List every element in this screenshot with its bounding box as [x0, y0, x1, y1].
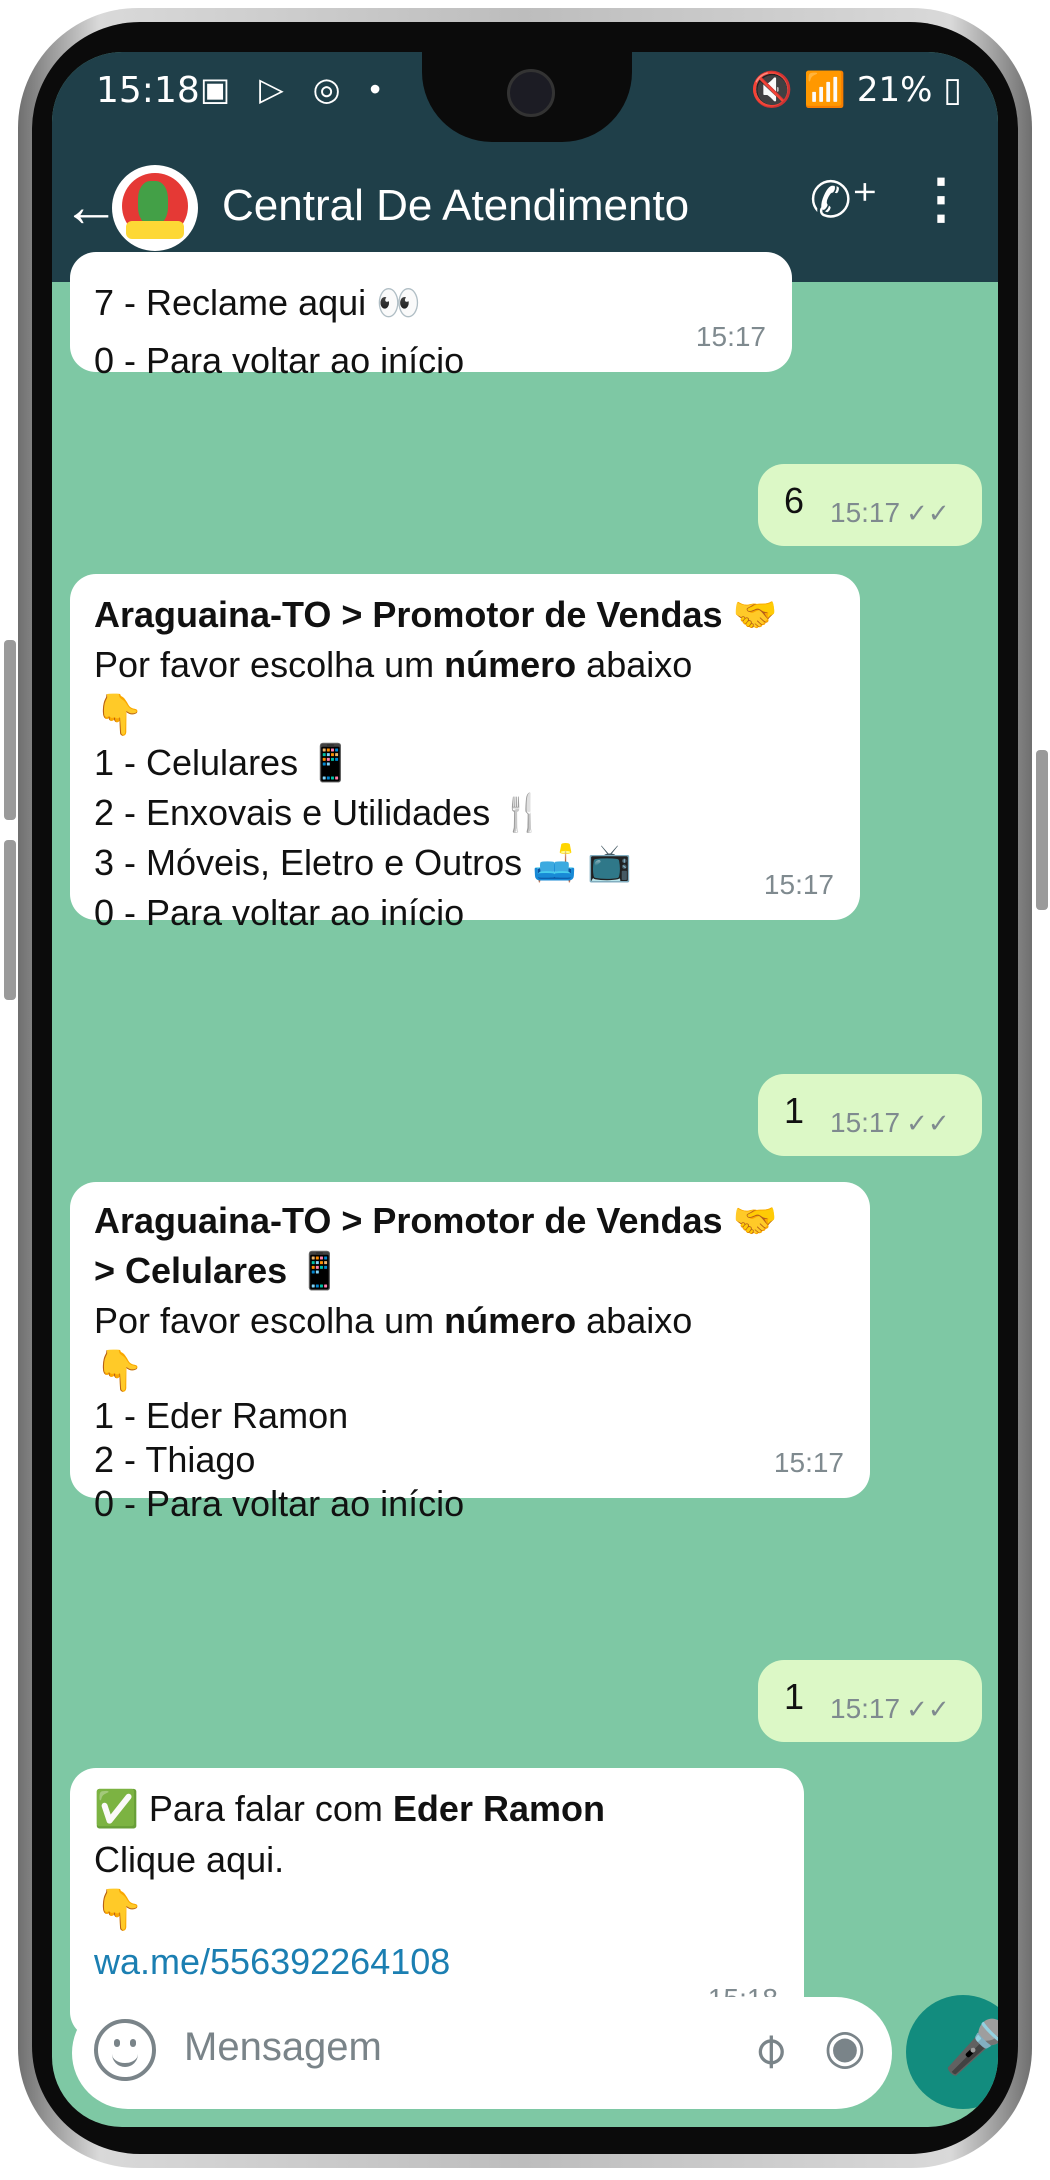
pointer-down-icon: 👇: [94, 1348, 144, 1394]
emoji-icon[interactable]: [94, 2019, 156, 2081]
prompt-text-end: abaixo: [576, 644, 693, 685]
message-outgoing: 6 15:17 ✓✓: [758, 464, 982, 546]
message-title: Araguaina-TO > Promotor de Vendas 🤝: [94, 1200, 778, 1241]
message-subtitle: > Celulares 📱: [94, 1250, 342, 1291]
pointer-down-icon: 👇: [94, 1887, 144, 1933]
pointer-down-icon: 👇: [94, 692, 144, 738]
message-prompt: Por favor escolha um número abaixo: [94, 1296, 864, 1346]
message-text: 1: [784, 1090, 805, 1131]
message-incoming: Araguaina-TO > Promotor de Vendas 🤝 > Ce…: [70, 1182, 870, 1524]
option-item: 1 - Celulares 📱: [94, 742, 353, 783]
check-mark-icon: ✅: [94, 1789, 139, 1830]
contact-name: Eder Ramon: [392, 1788, 605, 1829]
message-line: 7 - Reclame aqui 👀: [94, 282, 421, 323]
status-time: 15:18: [96, 70, 200, 111]
read-ticks-icon: ✓✓: [906, 1694, 950, 1724]
message-text: 7 - Reclame aqui 👀 0 - Para voltar ao in…: [94, 278, 464, 386]
message-text: ✅ Para falar com Eder Ramon Clique aqui.…: [94, 1784, 794, 1987]
prompt-text: Por favor escolha um: [94, 1300, 445, 1341]
time-label: 15:17: [830, 1693, 901, 1724]
battery-icon: ▯: [943, 70, 962, 110]
prompt-bold: número: [444, 1300, 577, 1341]
more-options-icon[interactable]: ⋮: [914, 167, 968, 230]
battery-level: 21%: [856, 70, 933, 110]
camera-icon[interactable]: ◉: [824, 2019, 866, 2075]
read-ticks-icon: ✓✓: [906, 1108, 950, 1138]
message-title: Araguaina-TO > Promotor de Vendas 🤝: [94, 594, 778, 635]
message-time: 15:17: [773, 1447, 844, 1478]
front-camera: [507, 69, 555, 117]
message-incoming: 7 - Reclame aqui 👀 0 - Para voltar ao in…: [70, 252, 792, 381]
microphone-button[interactable]: 🎤: [906, 1995, 998, 2109]
message-line: ✅ Para falar com Eder Ramon: [94, 1784, 794, 1835]
message-time: 15:17 ✓✓: [830, 488, 950, 538]
read-ticks-icon: ✓✓: [906, 498, 950, 528]
avatar[interactable]: [112, 165, 198, 251]
power-button: [4, 840, 16, 1000]
message-outgoing: 1 15:17 ✓✓: [758, 1660, 982, 1742]
message-line: 0 - Para voltar ao início: [94, 340, 465, 381]
option-item: 0 - Para voltar ao início: [94, 892, 465, 933]
message-list: 7 - Reclame aqui 👀 0 - Para voltar ao in…: [52, 252, 998, 2038]
microphone-icon: 🎤: [944, 2019, 998, 2077]
message-time: 15:17 ✓✓: [830, 1684, 950, 1734]
option-item: 1 - Eder Ramon: [94, 1395, 349, 1436]
message-text: Araguaina-TO > Promotor de Vendas 🤝 Por …: [94, 590, 854, 938]
side-button-right: [1036, 750, 1048, 910]
add-call-icon[interactable]: ✆⁺: [810, 171, 878, 229]
prompt-bold: número: [444, 644, 577, 685]
message-text: 1: [784, 1676, 805, 1717]
status-right: 🔇 📶 21% ▯: [751, 70, 962, 110]
message-outgoing: 1 15:17 ✓✓: [758, 1074, 982, 1156]
message-time: 15:17 ✓✓: [830, 1098, 950, 1148]
prompt-text-end: abaixo: [576, 1300, 693, 1341]
option-item: 3 - Móveis, Eletro e Outros 🛋️ 📺: [94, 842, 632, 883]
message-text: Araguaina-TO > Promotor de Vendas 🤝 > Ce…: [94, 1196, 864, 1526]
option-item: 2 - Enxovais e Utilidades 🍴: [94, 792, 546, 833]
message-input[interactable]: Mensagem: [184, 2025, 382, 2070]
line-text: Para falar com: [138, 1788, 393, 1829]
message-incoming: Araguaina-TO > Promotor de Vendas 🤝 Por …: [70, 574, 860, 933]
chat-title[interactable]: Central De Atendimento: [222, 181, 689, 231]
volume-button: [4, 640, 16, 820]
message-line: Clique aqui.: [94, 1839, 285, 1880]
message-composer: Mensagem ⌀ ◉: [72, 1997, 892, 2109]
message-time: 15:17: [695, 321, 766, 352]
option-item: 2 - Thiago: [94, 1439, 256, 1480]
time-label: 15:17: [830, 1107, 901, 1138]
message-prompt: Por favor escolha um número abaixo: [94, 640, 854, 690]
message-time: 15:17: [763, 869, 834, 900]
paperclip-icon[interactable]: ⌀: [738, 2019, 798, 2079]
whatsapp-link[interactable]: wa.me/556392264108: [94, 1937, 794, 1987]
option-item: 0 - Para voltar ao início: [94, 1483, 465, 1524]
message-text: 6: [784, 480, 805, 521]
time-label: 15:17: [830, 497, 901, 528]
signal-icons: 🔇 📶: [750, 70, 847, 110]
prompt-text: Por favor escolha um: [94, 644, 445, 685]
notification-icons: ▣ ▷ ◎ •: [200, 71, 391, 107]
phone-screen: 15:18 ▣ ▷ ◎ • 🔇 📶 21% ▯ ← Central De Ate…: [52, 52, 998, 2127]
